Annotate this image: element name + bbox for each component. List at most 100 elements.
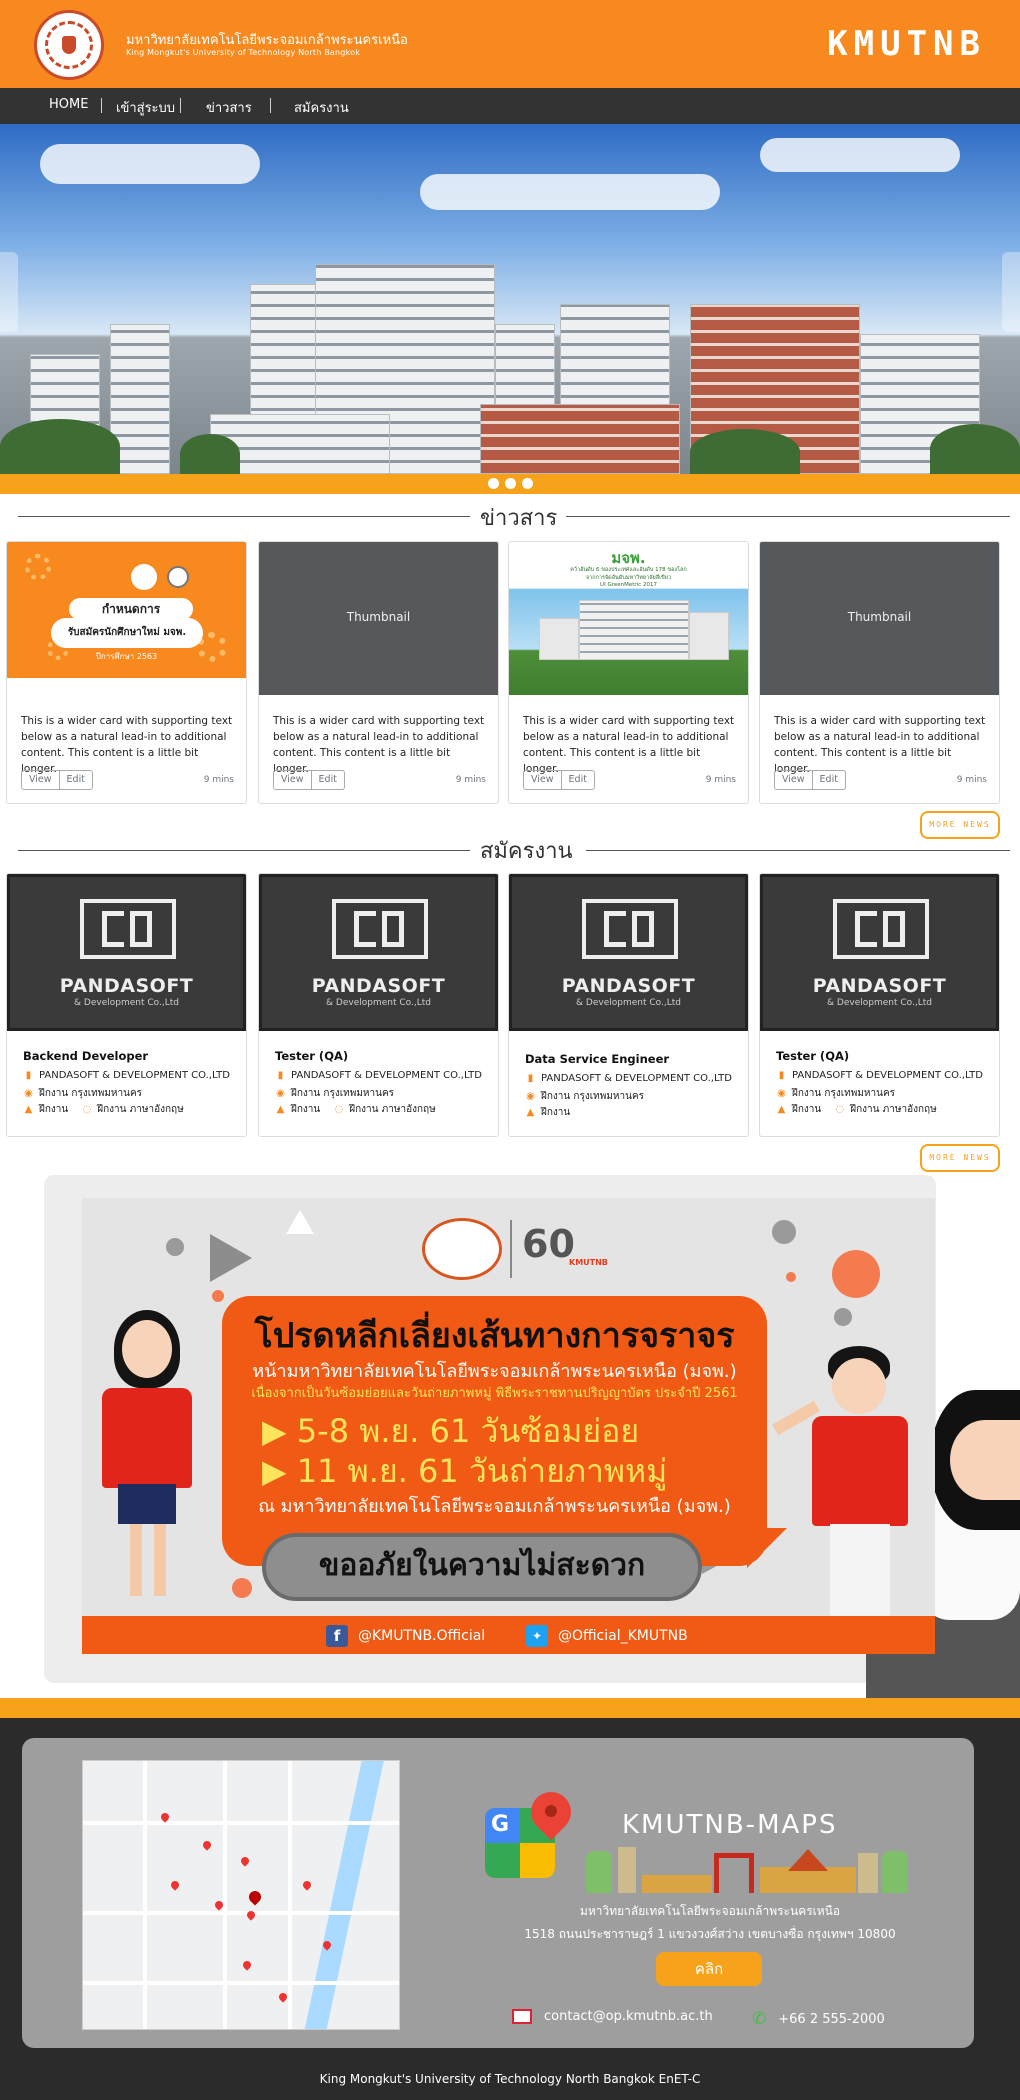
facebook-icon: f [326,1625,348,1647]
company-logo-image[interactable]: PANDASOFT & Development Co.,Ltd [760,874,999,1031]
illustration-boy-face [832,1358,886,1414]
card-body-text: This is a wider card with supporting tex… [774,715,986,775]
kmutnb-location-pin-icon[interactable] [246,1888,264,1906]
language-text: ฝึกงาน ภาษาอังกฤษ [349,1104,436,1115]
traffic-announcement-banner[interactable]: 60 KMUTNB โปรดหลีกเลี่ยงเส้นทางการจราจร … [82,1198,935,1654]
decor-circle [166,1238,184,1256]
gear-icon [25,554,51,580]
google-map-embed[interactable] [82,1760,400,2030]
more-jobs-button[interactable]: MORE NEWS [920,1144,1000,1172]
map-pin-icon: ◉ [526,1091,535,1102]
hero-carousel-campus-photo[interactable] [0,124,1020,474]
university-name-thai: มหาวิทยาลัยเทคโนโลยีพระจอมเกล้าพระนครเหน… [126,33,408,48]
map-pin-icon[interactable] [201,1839,213,1851]
illustration-boy-gown [812,1416,908,1526]
news-card-image-admission[interactable]: กำหนดการ รับสมัครนักศึกษาใหม่ มจพ. ปีการ… [7,542,246,695]
university-seal-logo[interactable] [34,10,104,80]
carousel-dot-3[interactable] [522,478,533,489]
job-tags: ▲ ฝึกงาน ◌ ฝึกงาน ภาษาอังกฤษ [275,1102,436,1117]
announcement-card: โปรดหลีกเลี่ยงเส้นทางการจราจร หน้ามหาวิท… [222,1296,767,1566]
cloud [40,144,260,184]
edit-button[interactable]: Edit [310,771,344,789]
map-pin-icon[interactable] [169,1879,181,1891]
trees [0,419,120,474]
cloud [760,138,960,172]
job-title[interactable]: Data Service Engineer [525,1052,669,1066]
card-timestamp: 9 mins [203,775,234,785]
nav-jobs[interactable]: สมัครงาน [294,97,349,118]
carousel-prev-button[interactable] [0,252,18,332]
job-title[interactable]: Backend Developer [23,1049,148,1063]
news-card[interactable]: Thumbnail This is a wider card with supp… [759,541,1000,804]
campus-building [579,600,689,660]
logo-glyph [354,911,376,947]
building-red-roof [480,404,680,474]
job-type: ฝึกงาน [291,1104,321,1115]
facebook-link[interactable]: f @KMUTNB.Official [326,1625,485,1647]
news-card-thumbnail[interactable]: Thumbnail [259,542,498,695]
logo-company-sub: & Development Co.,Ltd [576,998,681,1008]
edit-button[interactable]: Edit [58,771,92,789]
view-button[interactable]: View [274,771,311,789]
carousel-dot-1[interactable] [488,478,499,489]
decor-triangle [286,1210,314,1234]
map-road [83,1981,399,1985]
kmutnb-seal-logo [422,1218,502,1280]
contact-phone[interactable]: ✆ +66 2 555-2000 [752,2009,885,2029]
job-location: ◉ ฝึกงาน กรุงเทพมหานคร [525,1089,644,1104]
carousel-next-button[interactable] [1002,252,1020,332]
company-logo-image[interactable]: PANDASOFT & Development Co.,Ltd [7,874,246,1031]
news-card[interactable]: มจพ. คว้าอันดับ 6 ของประเทศและอันดับ 178… [508,541,749,804]
photo-date: 11 พ.ย. 61 วันถ่ายภาพหมู่ [262,1446,667,1497]
location-text: ฝึกงาน กรุงเทพมหานคร [39,1088,143,1099]
view-button[interactable]: View [775,771,812,789]
view-button[interactable]: View [22,771,59,789]
phone-icon: ✆ [752,2009,767,2029]
decor-circle [772,1220,796,1244]
carousel-dot-2[interactable] [505,478,516,489]
illustration-woman-face [950,1420,1020,1500]
logo-company-name: PANDASOFT [311,975,446,997]
view-button[interactable]: View [524,771,561,789]
google-maps-icon[interactable]: G [485,1783,580,1878]
edit-button[interactable]: Edit [811,771,845,789]
edit-button[interactable]: Edit [560,771,594,789]
nav-home[interactable]: HOME [49,97,88,112]
job-card[interactable]: PANDASOFT & Development Co.,Ltd Backend … [6,873,247,1137]
nav-news[interactable]: ข่าวสาร [206,97,252,118]
map-road [143,1761,147,2029]
company-name: PANDASOFT & DEVELOPMENT CO.,LTD [792,1070,983,1081]
thumbnail-label: Thumbnail [346,610,411,624]
job-card[interactable]: PANDASOFT & Development Co.,Ltd Data Ser… [508,873,749,1137]
decor-circle [786,1272,796,1282]
job-card[interactable]: PANDASOFT & Development Co.,Ltd Tester (… [258,873,499,1137]
nav-login[interactable]: เข้าสู่ระบบ [116,97,175,118]
language-text: ฝึกงาน ภาษาอังกฤษ [97,1104,184,1115]
news-card[interactable]: กำหนดการ รับสมัครนักศึกษาใหม่ มจพ. ปีการ… [6,541,247,804]
news-card-thumbnail[interactable]: Thumbnail [760,542,999,695]
map-pin-icon[interactable] [239,1855,251,1867]
map-pin-icon[interactable] [301,1879,313,1891]
map-road [83,1911,399,1915]
more-news-button[interactable]: MORE NEWS [920,811,1000,839]
logo-divider [510,1220,512,1278]
contact-email[interactable]: contact@op.kmutnb.ac.th [512,2009,713,2024]
card-body-text: This is a wider card with supporting tex… [523,715,735,775]
kmutnb-wordmark[interactable]: KMUTNB [827,24,986,64]
company-name: PANDASOFT & DEVELOPMENT CO.,LTD [39,1070,230,1081]
map-pin-icon[interactable] [277,1991,289,2003]
company-logo-image[interactable]: PANDASOFT & Development Co.,Ltd [509,874,748,1031]
news-card-image-campus[interactable]: มจพ. คว้าอันดับ 6 ของประเทศและอันดับ 178… [509,542,748,695]
illustration-girl-leg [130,1524,142,1596]
job-title[interactable]: Tester (QA) [776,1049,849,1063]
news-card[interactable]: Thumbnail This is a wider card with supp… [258,541,499,804]
job-title[interactable]: Tester (QA) [275,1049,348,1063]
illustration-girl-skirt [118,1484,176,1524]
open-map-button[interactable]: คลิก [656,1952,762,1986]
twitter-link[interactable]: ✦ @Official_KMUTNB [526,1625,688,1647]
map-pin-icon[interactable] [241,1959,253,1971]
building-icon: ▮ [25,1070,32,1081]
decor-circle [834,1308,852,1326]
company-logo-image[interactable]: PANDASOFT & Development Co.,Ltd [259,874,498,1031]
job-card[interactable]: PANDASOFT & Development Co.,Ltd Tester (… [759,873,1000,1137]
